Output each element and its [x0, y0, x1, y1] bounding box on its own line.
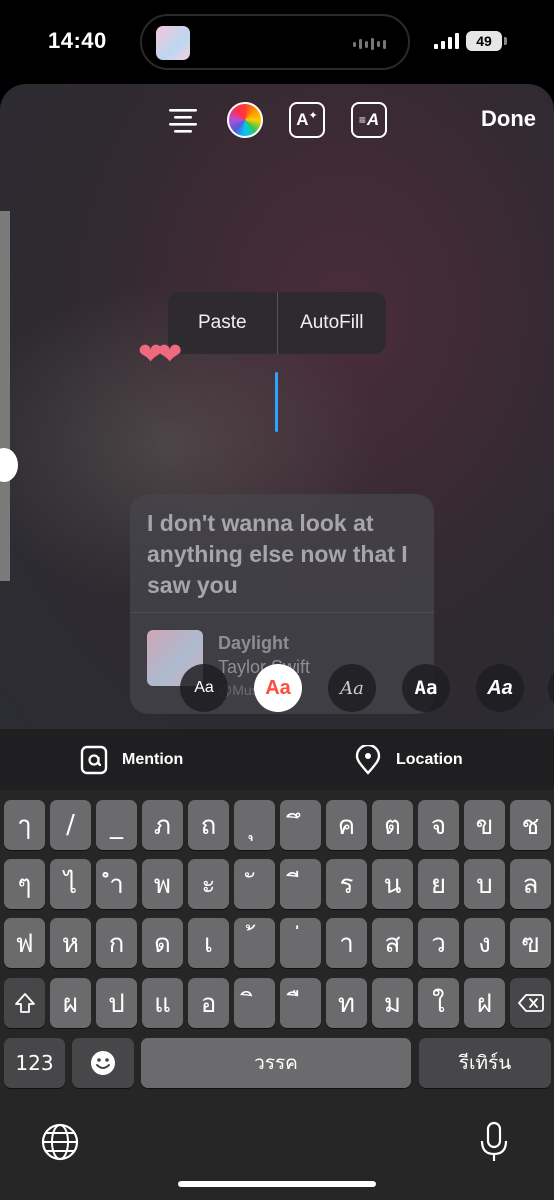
font-classic-button[interactable]: Aa [180, 664, 228, 712]
key[interactable]: ข [464, 800, 505, 850]
font-signature-button[interactable]: Aa [328, 664, 376, 712]
text-effects-label: A [296, 110, 309, 129]
space-key[interactable]: วรรค [141, 1038, 411, 1088]
lyrics-text: I don't wanna look at anything else now … [147, 510, 408, 598]
key[interactable]: ฝ [464, 978, 505, 1028]
key[interactable]: ก [96, 918, 137, 968]
color-wheel-icon[interactable] [227, 102, 263, 138]
text-effects-icon[interactable]: A ✦ [289, 102, 325, 138]
location-button[interactable]: Location [354, 729, 463, 790]
font-strong-button[interactable]: Aa [476, 664, 524, 712]
motion-lines-icon: ≡ [358, 113, 366, 127]
delete-key[interactable] [510, 978, 551, 1028]
at-sign-icon [80, 745, 108, 774]
animate-text-icon[interactable]: ≡ A [351, 102, 387, 138]
animate-text-label: A [366, 110, 380, 129]
key[interactable]: ต [372, 800, 413, 850]
key[interactable]: ใ [418, 978, 459, 1028]
key[interactable]: ด [142, 918, 183, 968]
now-playing-artwork [156, 26, 190, 60]
key[interactable]: ี [280, 859, 321, 909]
key[interactable]: ำ [96, 859, 137, 909]
lyrics-divider [130, 612, 434, 613]
dynamic-island[interactable] [140, 14, 410, 70]
key[interactable]: ฃ [510, 918, 551, 968]
shift-key[interactable] [4, 978, 45, 1028]
shift-icon [14, 993, 35, 1013]
key[interactable]: เ [188, 918, 229, 968]
microphone-icon[interactable] [472, 1120, 516, 1164]
key[interactable]: ฟ [4, 918, 45, 968]
mention-label: Mention [122, 750, 184, 768]
location-label: Location [396, 750, 463, 768]
key[interactable]: ล [510, 859, 551, 909]
key[interactable]: ว [418, 918, 459, 968]
key[interactable]: ส [372, 918, 413, 968]
font-typewriter-button[interactable]: Aa [402, 664, 450, 712]
font-more-button[interactable] [548, 664, 554, 712]
sticker-suggestion-bar: Mention Location [0, 729, 554, 790]
key[interactable]: ะ [188, 859, 229, 909]
key[interactable]: แ [142, 978, 183, 1028]
status-time: 14:40 [48, 28, 107, 53]
numbers-key[interactable]: 123 [4, 1038, 65, 1088]
text-size-slider-track[interactable] [0, 211, 10, 581]
text-cursor [275, 372, 278, 432]
track-title: Daylight [218, 633, 290, 653]
paste-menu-item[interactable]: Paste [168, 292, 277, 354]
key[interactable]: ่ [280, 918, 321, 968]
edit-context-menu: Paste AutoFill [168, 292, 386, 354]
story-canvas[interactable]: A ✦ ≡ A Done Paste AutoFill ❤❤ I don't wan… [0, 84, 554, 729]
sparkle-icon: ✦ [308, 109, 318, 122]
key[interactable]: ุ [234, 800, 275, 850]
key[interactable]: ร [326, 859, 367, 909]
align-icon[interactable] [165, 102, 201, 138]
key[interactable]: อ [188, 978, 229, 1028]
key[interactable]: ิ [234, 978, 275, 1028]
key[interactable]: ๅ [4, 800, 45, 850]
font-modern-button[interactable]: Aa [254, 664, 302, 712]
hearts-sticker[interactable]: ❤❤ [138, 337, 182, 372]
key[interactable]: ภ [142, 800, 183, 850]
globe-icon[interactable] [38, 1120, 82, 1164]
emoji-icon [91, 1051, 115, 1075]
key[interactable]: ย [418, 859, 459, 909]
key[interactable]: ง [464, 918, 505, 968]
audio-waveform-icon [353, 38, 386, 50]
key[interactable]: ห [50, 918, 91, 968]
key[interactable]: พ [142, 859, 183, 909]
done-button[interactable]: Done [481, 106, 536, 132]
backspace-icon [517, 994, 544, 1012]
key[interactable]: บ [464, 859, 505, 909]
home-indicator[interactable] [178, 1181, 376, 1187]
key[interactable]: ป [96, 978, 137, 1028]
location-pin-icon [355, 744, 381, 775]
key[interactable]: ไ [50, 859, 91, 909]
key[interactable]: / [50, 800, 91, 850]
key[interactable]: ๆ [4, 859, 45, 909]
key[interactable]: ั [234, 859, 275, 909]
key[interactable]: ึ [280, 800, 321, 850]
return-key[interactable]: รีเทิร์น [419, 1038, 551, 1088]
key[interactable]: ม [372, 978, 413, 1028]
key[interactable]: ้ [234, 918, 275, 968]
key[interactable]: ถ [188, 800, 229, 850]
key[interactable]: ช [510, 800, 551, 850]
autofill-menu-item[interactable]: AutoFill [278, 292, 387, 354]
battery-indicator: 49 [466, 31, 507, 51]
key[interactable]: ผ [50, 978, 91, 1028]
key[interactable]: _ [96, 800, 137, 850]
mention-button[interactable]: Mention [80, 729, 183, 790]
key[interactable]: า [326, 918, 367, 968]
status-bar: 14:40 49 [0, 0, 554, 84]
key[interactable]: ท [326, 978, 367, 1028]
key[interactable]: ื [280, 978, 321, 1028]
key[interactable]: ค [326, 800, 367, 850]
key[interactable]: น [372, 859, 413, 909]
key[interactable]: จ [418, 800, 459, 850]
cellular-signal-icon [434, 33, 459, 49]
emoji-key[interactable] [72, 1038, 134, 1088]
